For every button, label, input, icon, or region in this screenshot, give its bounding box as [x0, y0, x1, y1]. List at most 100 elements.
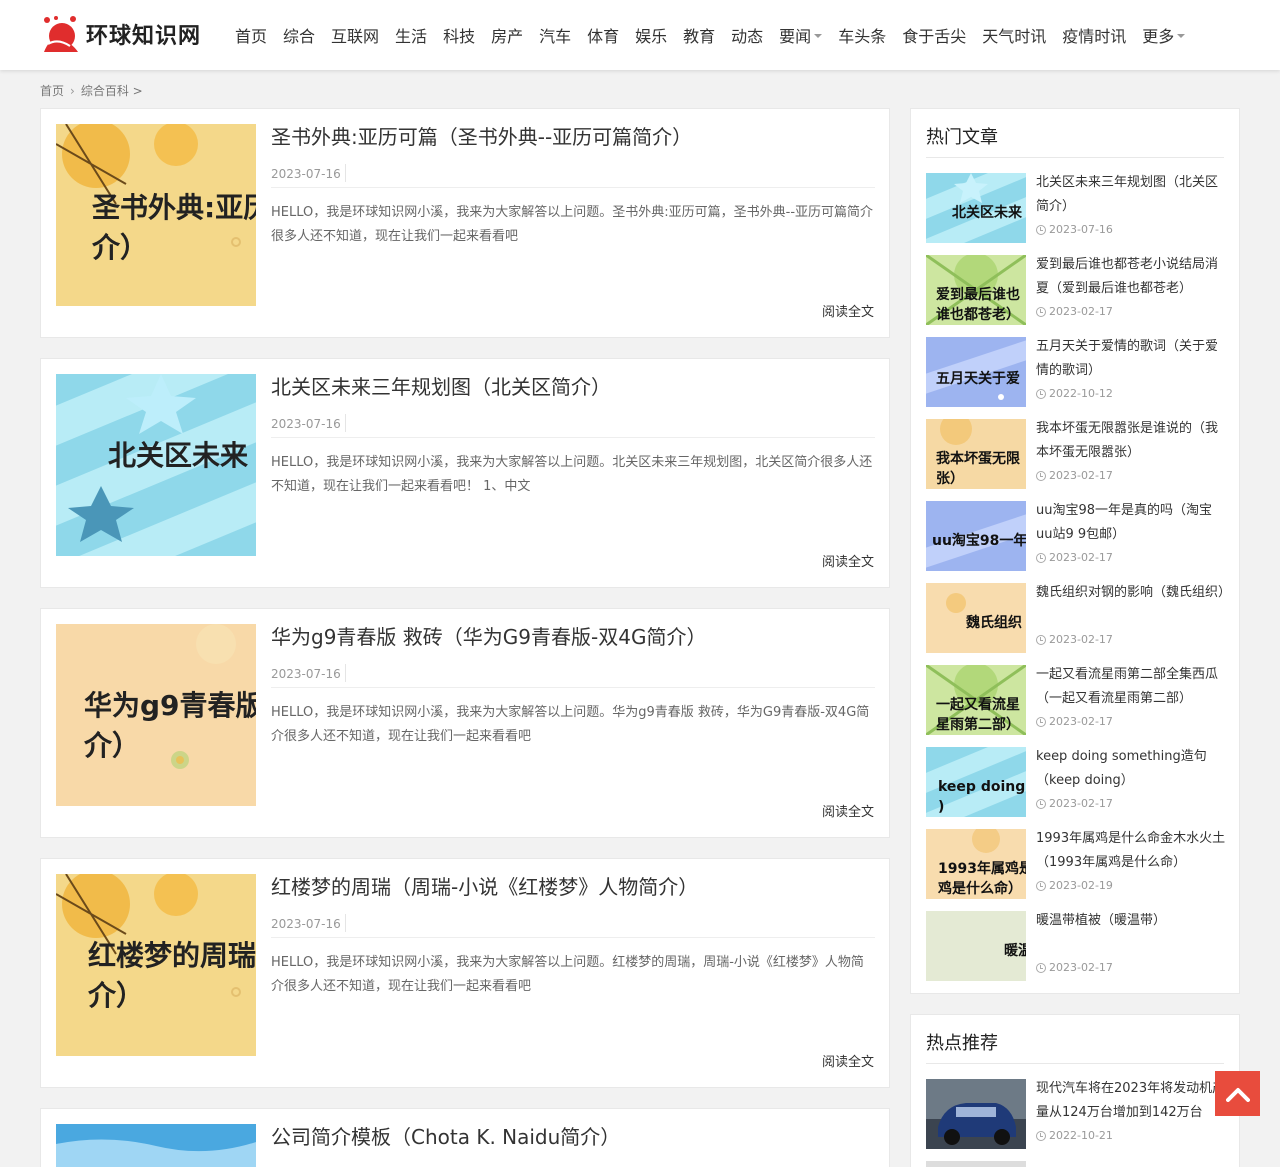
divider: [926, 1063, 1224, 1064]
list-item[interactable]: keep doing) keep doing something造句（keep …: [926, 747, 1224, 817]
article-title[interactable]: 公司简介模板（Chota K. Naidu简介）: [271, 1121, 620, 1150]
nav-label: 生活: [395, 27, 428, 46]
article-excerpt: HELLO，我是环球知识网小溪，我来为大家解答以上问题。圣书外典:亚历可篇，圣书…: [271, 205, 874, 244]
nav-item-news[interactable]: 动态: [731, 23, 763, 47]
date-text: 2023-02-17: [1049, 797, 1113, 810]
nav-label: 汽车: [539, 27, 572, 46]
item-date: 2022-10-21: [1036, 1129, 1113, 1142]
list-item[interactable]: 暖温 暖温带植被（暖温带） 2023-02-17: [926, 911, 1224, 981]
item-thumbnail: 魏氏组织: [926, 583, 1026, 653]
item-thumbnail: uu淘宝98一年: [926, 501, 1026, 571]
date-text: 2023-02-17: [1049, 961, 1113, 974]
list-item[interactable]: 一起又看流星 星雨第二部） 一起又看流星雨第二部全集西瓜（一起又看流星雨第二部） …: [926, 665, 1224, 735]
nav-item-realestate[interactable]: 房产: [491, 23, 523, 47]
nav-item-headlines[interactable]: 要闻: [779, 23, 823, 47]
chevron-down-icon: [814, 34, 823, 38]
read-more-link[interactable]: 阅读全文: [822, 801, 874, 820]
article-title[interactable]: 北关区未来三年规划图（北关区简介）: [271, 371, 611, 400]
item-title: 五月天关于爱情的歌词（关于爱情的歌词）: [1036, 339, 1219, 378]
item-thumbnail: 北关区未来: [926, 173, 1026, 243]
list-item[interactable]: 现代汽车将在2023年将发动机产量从124万台增加到142万台 2022-10-…: [926, 1079, 1226, 1149]
date-text: 2023-02-17: [1049, 551, 1113, 564]
article-card: 北关区未来 北关区未来三年规划图（北关区简介） 2023-07-16 HELLO…: [40, 358, 890, 588]
site-logo[interactable]: 环球知识网: [40, 14, 201, 54]
nav-label: 要闻: [779, 27, 812, 46]
clock-icon: [1036, 798, 1046, 809]
item-date: 2023-02-17: [1036, 469, 1113, 482]
article-thumbnail[interactable]: 华为g9青春版 介）: [56, 624, 256, 806]
article-thumbnail[interactable]: 北关区未来: [56, 374, 256, 556]
item-date: 2023-02-19: [1036, 879, 1113, 892]
article-title[interactable]: 华为g9青春版 救砖（华为G9青春版-双4G简介）: [271, 621, 706, 650]
item-date: 2023-02-17: [1036, 715, 1113, 728]
article-title[interactable]: 圣书外典:亚历可篇（圣书外典--亚历可篇简介）: [271, 121, 692, 150]
list-item[interactable]: 魏氏组织 魏氏组织对钢的影响（魏氏组织） 2023-02-17: [926, 583, 1226, 653]
divider: [345, 664, 346, 682]
item-date: 2023-02-17: [1036, 797, 1113, 810]
list-item[interactable]: 我本坏蛋无限 张） 我本坏蛋无限嚣张是谁说的（我本坏蛋无限嚣张） 2023-02-…: [926, 419, 1224, 489]
article-thumbnail[interactable]: 圣书外典:亚历 介）: [56, 124, 256, 306]
list-item[interactable]: 1993年属鸡是 鸡是什么命） 1993年属鸡是什么命金木水火土（1993年属鸡是…: [926, 829, 1225, 899]
nav-item-home[interactable]: 首页: [235, 23, 267, 47]
thumb-caption: 一起又看流星 星雨第二部）: [936, 697, 1020, 733]
nav-item-general[interactable]: 综合: [283, 23, 315, 47]
article-excerpt: HELLO，我是环球知识网小溪，我来为大家解答以上问题。北关区未来三年规划图，北…: [271, 455, 873, 494]
back-to-top-button[interactable]: [1215, 1071, 1260, 1116]
item-title: 现代汽车将在2023年将发动机产量从124万台增加到142万台: [1036, 1081, 1226, 1120]
article-thumbnail[interactable]: 红楼梦的周瑞 介）: [56, 874, 256, 1056]
divider: [345, 414, 346, 432]
item-title: 一起又看流星雨第二部全集西瓜（一起又看流星雨第二部）: [1036, 667, 1219, 706]
nav-item-weather[interactable]: 天气时讯: [982, 23, 1046, 47]
nav-item-education[interactable]: 教育: [683, 23, 715, 47]
read-more-link[interactable]: 阅读全文: [822, 551, 874, 570]
article-date: 2023-07-16: [271, 917, 341, 931]
nav-item-more[interactable]: 更多: [1142, 23, 1186, 47]
nav-item-sports[interactable]: 体育: [587, 23, 619, 47]
article-card: 圣书外典:亚历 介） 圣书外典:亚历可篇（圣书外典--亚历可篇简介） 2023-0…: [40, 108, 890, 338]
chevron-down-icon: [1177, 34, 1186, 38]
nav-item-auto[interactable]: 汽车: [539, 23, 571, 47]
divider: [345, 914, 346, 932]
nav-item-life[interactable]: 生活: [395, 23, 427, 47]
nav-label: 天气时讯: [982, 27, 1047, 46]
article-thumbnail[interactable]: [56, 1124, 256, 1167]
item-date: 2023-02-17: [1036, 551, 1113, 564]
article-date: 2023-07-16: [271, 667, 341, 681]
thumb-caption: 1993年属鸡是 鸡是什么命）: [938, 861, 1026, 897]
item-title: uu淘宝98一年是真的吗（淘宝uu站9 9包邮）: [1036, 503, 1213, 542]
divider: [271, 687, 875, 688]
nav-item-internet[interactable]: 互联网: [331, 23, 379, 47]
item-title: 我本坏蛋无限嚣张是谁说的（我本坏蛋无限嚣张）: [1036, 421, 1219, 460]
thumb-caption: uu淘宝98一年: [932, 533, 1026, 549]
list-item[interactable]: 北关区未来 北关区未来三年规划图（北关区简介） 2023-07-16: [926, 173, 1224, 243]
nav-item-entertainment[interactable]: 娱乐: [635, 23, 667, 47]
item-thumbnail: 一起又看流星 星雨第二部）: [926, 665, 1026, 735]
item-thumbnail: [926, 1079, 1026, 1149]
nav-item-epidemic[interactable]: 疫情时讯: [1062, 23, 1126, 47]
clock-icon: [1036, 224, 1046, 235]
divider: [271, 937, 875, 938]
read-more-link[interactable]: 阅读全文: [822, 1051, 874, 1070]
list-item[interactable]: 爱到最后谁也 谁也都苍老） 爱到最后谁也都苍老小说结局消夏（爱到最后谁也都苍老） …: [926, 255, 1224, 325]
nav-item-tech[interactable]: 科技: [443, 23, 475, 47]
nav-label: 综合: [283, 27, 316, 46]
nav-item-car-headlines[interactable]: 车头条: [838, 23, 886, 47]
breadcrumb-home[interactable]: 首页: [40, 82, 64, 99]
divider: [271, 437, 875, 438]
item-title: 北关区未来三年规划图（北关区简介）: [1036, 175, 1219, 214]
list-item[interactable]: 五月天关于爱 五月天关于爱情的歌词（关于爱情的歌词） 2022-10-12: [926, 337, 1224, 407]
item-date: 2023-02-17: [1036, 961, 1113, 974]
item-title: 暖温带植被（暖温带）: [1036, 913, 1167, 928]
list-item[interactable]: uu淘宝98一年 uu淘宝98一年是真的吗（淘宝uu站9 9包邮） 2023-0…: [926, 501, 1224, 571]
article-card: 华为g9青春版 介） 华为g9青春版 救砖（华为G9青春版-双4G简介） 2023…: [40, 608, 890, 838]
clock-icon: [1036, 634, 1046, 645]
article-excerpt: HELLO，我是环球知识网小溪，我来为大家解答以上问题。华为g9青春版 救砖，华…: [271, 705, 870, 744]
main-nav: 首页 综合 互联网 生活 科技 房产 汽车 体育 娱乐 教育 动态 要闻 车头条…: [235, 0, 1201, 70]
thumb-caption: 五月天关于爱: [936, 371, 1020, 387]
nav-item-food[interactable]: 食于舌尖: [902, 23, 966, 47]
read-more-link[interactable]: 阅读全文: [822, 301, 874, 320]
article-title[interactable]: 红楼梦的周瑞（周瑞-小说《红楼梦》人物简介）: [271, 871, 698, 900]
date-text: 2022-10-21: [1049, 1129, 1113, 1142]
date-text: 2023-02-17: [1049, 305, 1113, 318]
breadcrumb-current[interactable]: 综合百科 >: [81, 82, 143, 99]
